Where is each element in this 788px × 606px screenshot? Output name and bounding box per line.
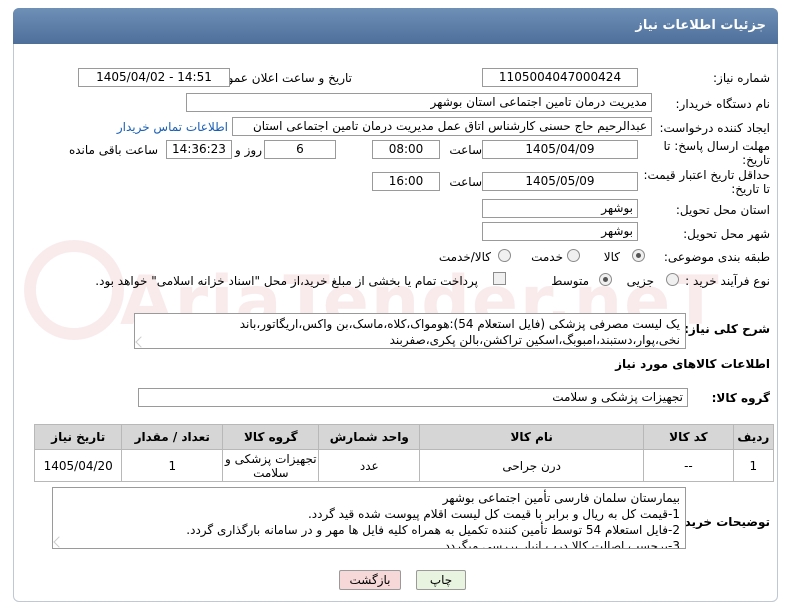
announce-datetime-field: 1405/04/02 - 14:51 [78,68,230,87]
need-number-label: شماره نیاز: [713,71,770,85]
remaining-time-label: ساعت باقی مانده [68,143,158,157]
requester-label: ایجاد کننده درخواست: [659,121,770,135]
cell-name: درن جراحی [419,449,645,482]
general-desc-text: یک لیست مصرفی پزشکی (فایل استعلام 54):هو… [134,313,686,349]
response-deadline-time: 08:00 [372,140,440,159]
category-option-goods: کالا [603,250,620,264]
price-validity-date: 1405/05/09 [482,172,638,191]
page-title: جزئیات اطلاعات نیاز [13,8,778,44]
category-radio-service[interactable] [567,249,580,262]
goods-table: ردیف کد کالا نام کالا واحد شمارش گروه کا… [33,424,775,482]
buyer-notes-line-1: بیمارستان سلمان فارسی تأمین اجتماعی بوشه… [442,491,680,505]
col-qty: تعداد / مقدار [121,424,224,450]
category-radio-goods[interactable] [632,249,645,262]
category-radio-goods-service[interactable] [498,249,511,262]
col-group: گروه کالا [222,424,320,450]
need-number-field: 1105004047000424 [482,68,638,87]
purchase-type-label: نوع فرآیند خرید : [685,274,770,288]
back-button[interactable]: بازگشت [339,570,401,590]
delivery-province-label: استان محل تحویل: [675,203,770,217]
buyer-notes-line-4: 3-برچسب اصالت کالا درب انبار بررسی میگرد… [440,539,680,549]
cell-qty: 1 [121,449,224,482]
price-validity-time-label: ساعت [449,175,482,189]
remaining-time: 14:36:23 [166,140,232,159]
table-header-row: ردیف کد کالا نام کالا واحد شمارش گروه کا… [33,424,775,450]
remaining-days: 6 [264,140,336,159]
price-validity-label: حداقل تاریخ اعتبار قیمت: [643,168,770,182]
days-label: روز و [235,143,262,157]
cell-code: -- [643,449,734,482]
purchase-option-minor: جزیی [626,274,654,288]
goods-group-label: گروه کالا: [711,391,770,405]
col-row: ردیف [732,424,775,450]
cell-group: تجهیزات پزشکی و سلامت [222,449,320,482]
treasury-payment-note: پرداخت تمام یا بخشی از مبلغ خرید،از محل … [95,274,478,288]
cell-unit: عدد [318,449,421,482]
buyer-contact-link[interactable]: اطلاعات تماس خریدار [117,120,228,134]
response-time-label: ساعت [449,143,482,157]
delivery-city-field: بوشهر [482,222,638,241]
col-name: نام کالا [419,424,645,450]
buyer-notes-line-2: 1-قیمت کل به ریال و برابر با قیمت کل لیس… [307,507,680,521]
cell-date: 1405/04/20 [33,449,123,482]
category-label: طبقه بندی موضوعی: [663,250,770,264]
category-option-goods-service: کالا/خدمت [438,250,491,264]
goods-group-field: تجهیزات پزشکی و سلامت [138,388,688,407]
purchase-option-medium: متوسط [551,274,589,288]
buyer-notes-line-3: 2-فایل استعلام 54 توسط تأمین کننده تکمیل… [186,523,680,537]
cell-row: 1 [732,449,775,482]
general-desc-line-2: نخی،پوار،دستبند،امبوبگ،اسکین تراکشن،بالن… [389,333,680,347]
general-desc-label: شرح کلی نیاز: [684,322,770,336]
delivery-province-field: بوشهر [482,199,638,218]
buyer-org-field: مدیریت درمان تامین اجتماعی استان بوشهر [186,93,652,112]
col-date: تاریخ نیاز [33,424,123,450]
category-option-service: خدمت [531,250,563,264]
buyer-notes-text: بیمارستان سلمان فارسی تأمین اجتماعی بوشه… [52,487,686,549]
response-deadline-label-2: تاریخ: [742,153,770,167]
response-deadline-date: 1405/04/09 [482,140,638,159]
price-validity-label-2: تا تاریخ: [731,182,770,196]
delivery-city-label: شهر محل تحویل: [683,227,770,241]
response-deadline-label: مهلت ارسال پاسخ: تا [663,139,770,153]
buyer-org-label: نام دستگاه خریدار: [675,97,771,111]
general-desc-line-1: یک لیست مصرفی پزشکی (فایل استعلام 54):هو… [239,317,680,331]
print-button[interactable]: چاپ [416,570,466,590]
col-unit: واحد شمارش [318,424,421,450]
table-row: 1 -- درن جراحی عدد تجهیزات پزشکی و سلامت… [33,449,775,482]
purchase-radio-minor[interactable] [666,273,679,286]
col-code: کد کالا [643,424,734,450]
purchase-radio-medium[interactable] [599,273,612,286]
treasury-payment-checkbox[interactable] [493,272,506,285]
requester-field: عبدالرحیم حاج حسنی کارشناس اتاق عمل مدیر… [232,117,652,136]
goods-section-title: اطلاعات کالاهای مورد نیاز [615,357,770,371]
price-validity-time: 16:00 [372,172,440,191]
